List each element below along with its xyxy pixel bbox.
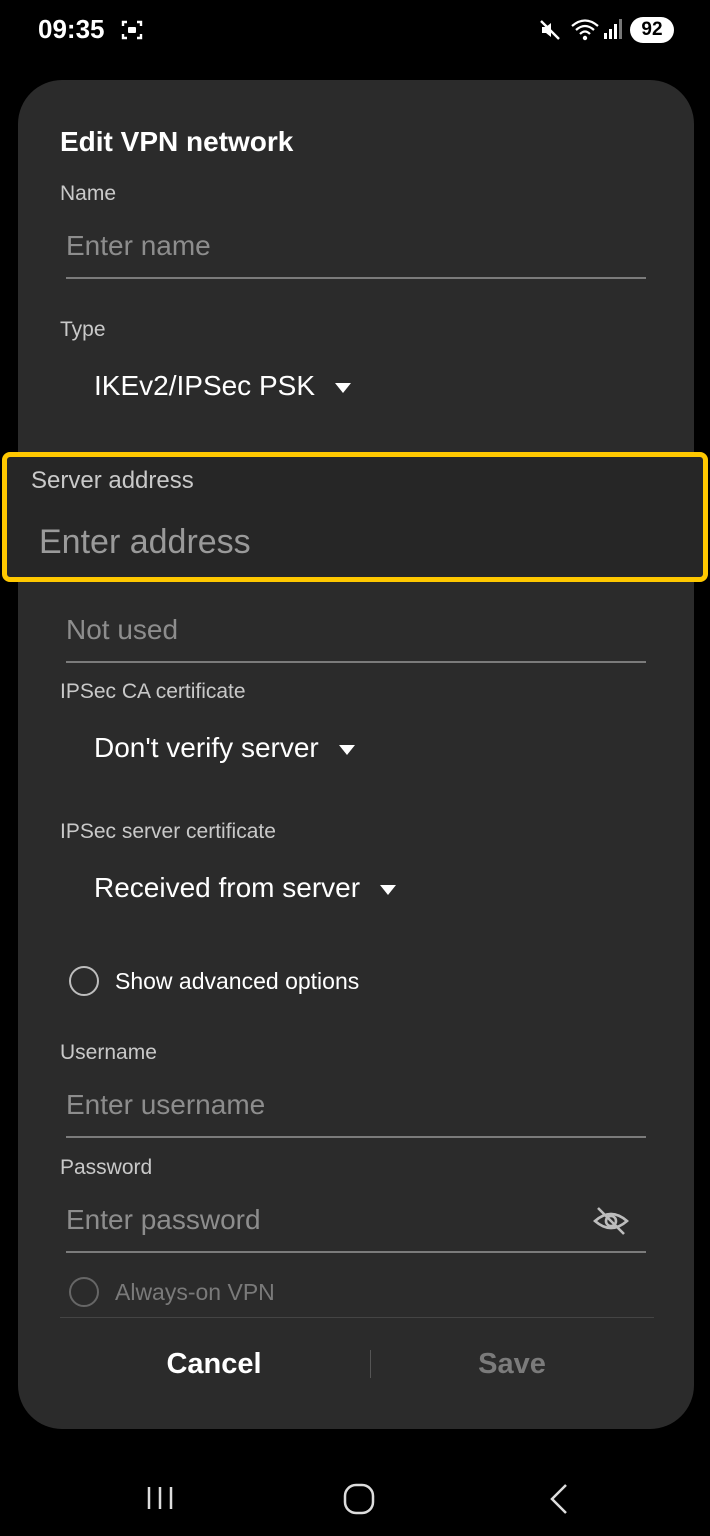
ipsec-server-certificate-value: Received from server	[94, 872, 361, 903]
button-divider	[60, 1317, 654, 1318]
always-on-vpn-label: Always-on VPN	[115, 1278, 275, 1305]
name-input[interactable]: Enter name	[66, 230, 211, 262]
home-icon[interactable]	[342, 1482, 376, 1516]
username-input[interactable]: Enter username	[66, 1089, 265, 1121]
type-dropdown[interactable]: IKEv2/IPSec PSK	[94, 370, 351, 402]
screen-record-icon	[121, 20, 143, 40]
ipsec-identifier-input[interactable]: Not used	[66, 614, 178, 646]
ipsec-ca-certificate-label: IPSec CA certificate	[60, 680, 246, 703]
ipsec-identifier-underline	[66, 661, 646, 663]
signal-icon	[604, 19, 622, 39]
show-advanced-options-radio[interactable]: Show advanced options	[69, 966, 359, 996]
battery-indicator: 92	[630, 17, 674, 43]
hide-password-icon[interactable]	[592, 1204, 630, 1238]
dialog-title: Edit VPN network	[60, 126, 294, 157]
show-advanced-options-label: Show advanced options	[115, 967, 360, 994]
mute-icon	[540, 20, 560, 40]
dropdown-arrow-icon	[335, 382, 351, 393]
always-on-vpn-radio[interactable]: Always-on VPN	[69, 1277, 275, 1307]
ipsec-ca-certificate-dropdown[interactable]: Don't verify server	[94, 732, 355, 764]
type-value: IKEv2/IPSec PSK	[94, 370, 315, 401]
name-label: Name	[60, 182, 117, 205]
recent-apps-icon[interactable]	[145, 1484, 175, 1512]
cancel-button[interactable]: Cancel	[114, 1348, 314, 1381]
ipsec-server-certificate-label: IPSec server certificate	[60, 820, 276, 843]
back-icon[interactable]	[548, 1482, 570, 1516]
wifi-icon	[571, 19, 599, 41]
name-underline	[66, 277, 646, 279]
save-button[interactable]: Save	[412, 1348, 612, 1381]
server-address-label: Server address	[31, 467, 194, 494]
server-address-input[interactable]: Enter address	[39, 523, 251, 562]
password-underline	[66, 1251, 646, 1253]
ipsec-server-certificate-dropdown[interactable]: Received from server	[94, 872, 397, 904]
button-separator	[370, 1350, 371, 1378]
username-label: Username	[60, 1041, 157, 1064]
type-label: Type	[60, 318, 106, 341]
status-bar: 09:35 92	[0, 0, 710, 60]
clock: 09:35	[38, 14, 105, 44]
edit-vpn-dialog: Edit VPN network Name Enter name Type IK…	[18, 80, 694, 1429]
password-label: Password	[60, 1156, 153, 1179]
password-input[interactable]: Enter password	[66, 1204, 261, 1236]
username-underline	[66, 1136, 646, 1138]
dropdown-arrow-icon	[338, 744, 355, 755]
dropdown-arrow-icon	[380, 884, 397, 895]
radio-circle-icon	[69, 1277, 99, 1307]
ipsec-ca-certificate-value: Don't verify server	[94, 732, 319, 763]
server-address-highlight: Server address Enter address	[2, 452, 708, 582]
radio-circle-icon	[69, 966, 99, 996]
